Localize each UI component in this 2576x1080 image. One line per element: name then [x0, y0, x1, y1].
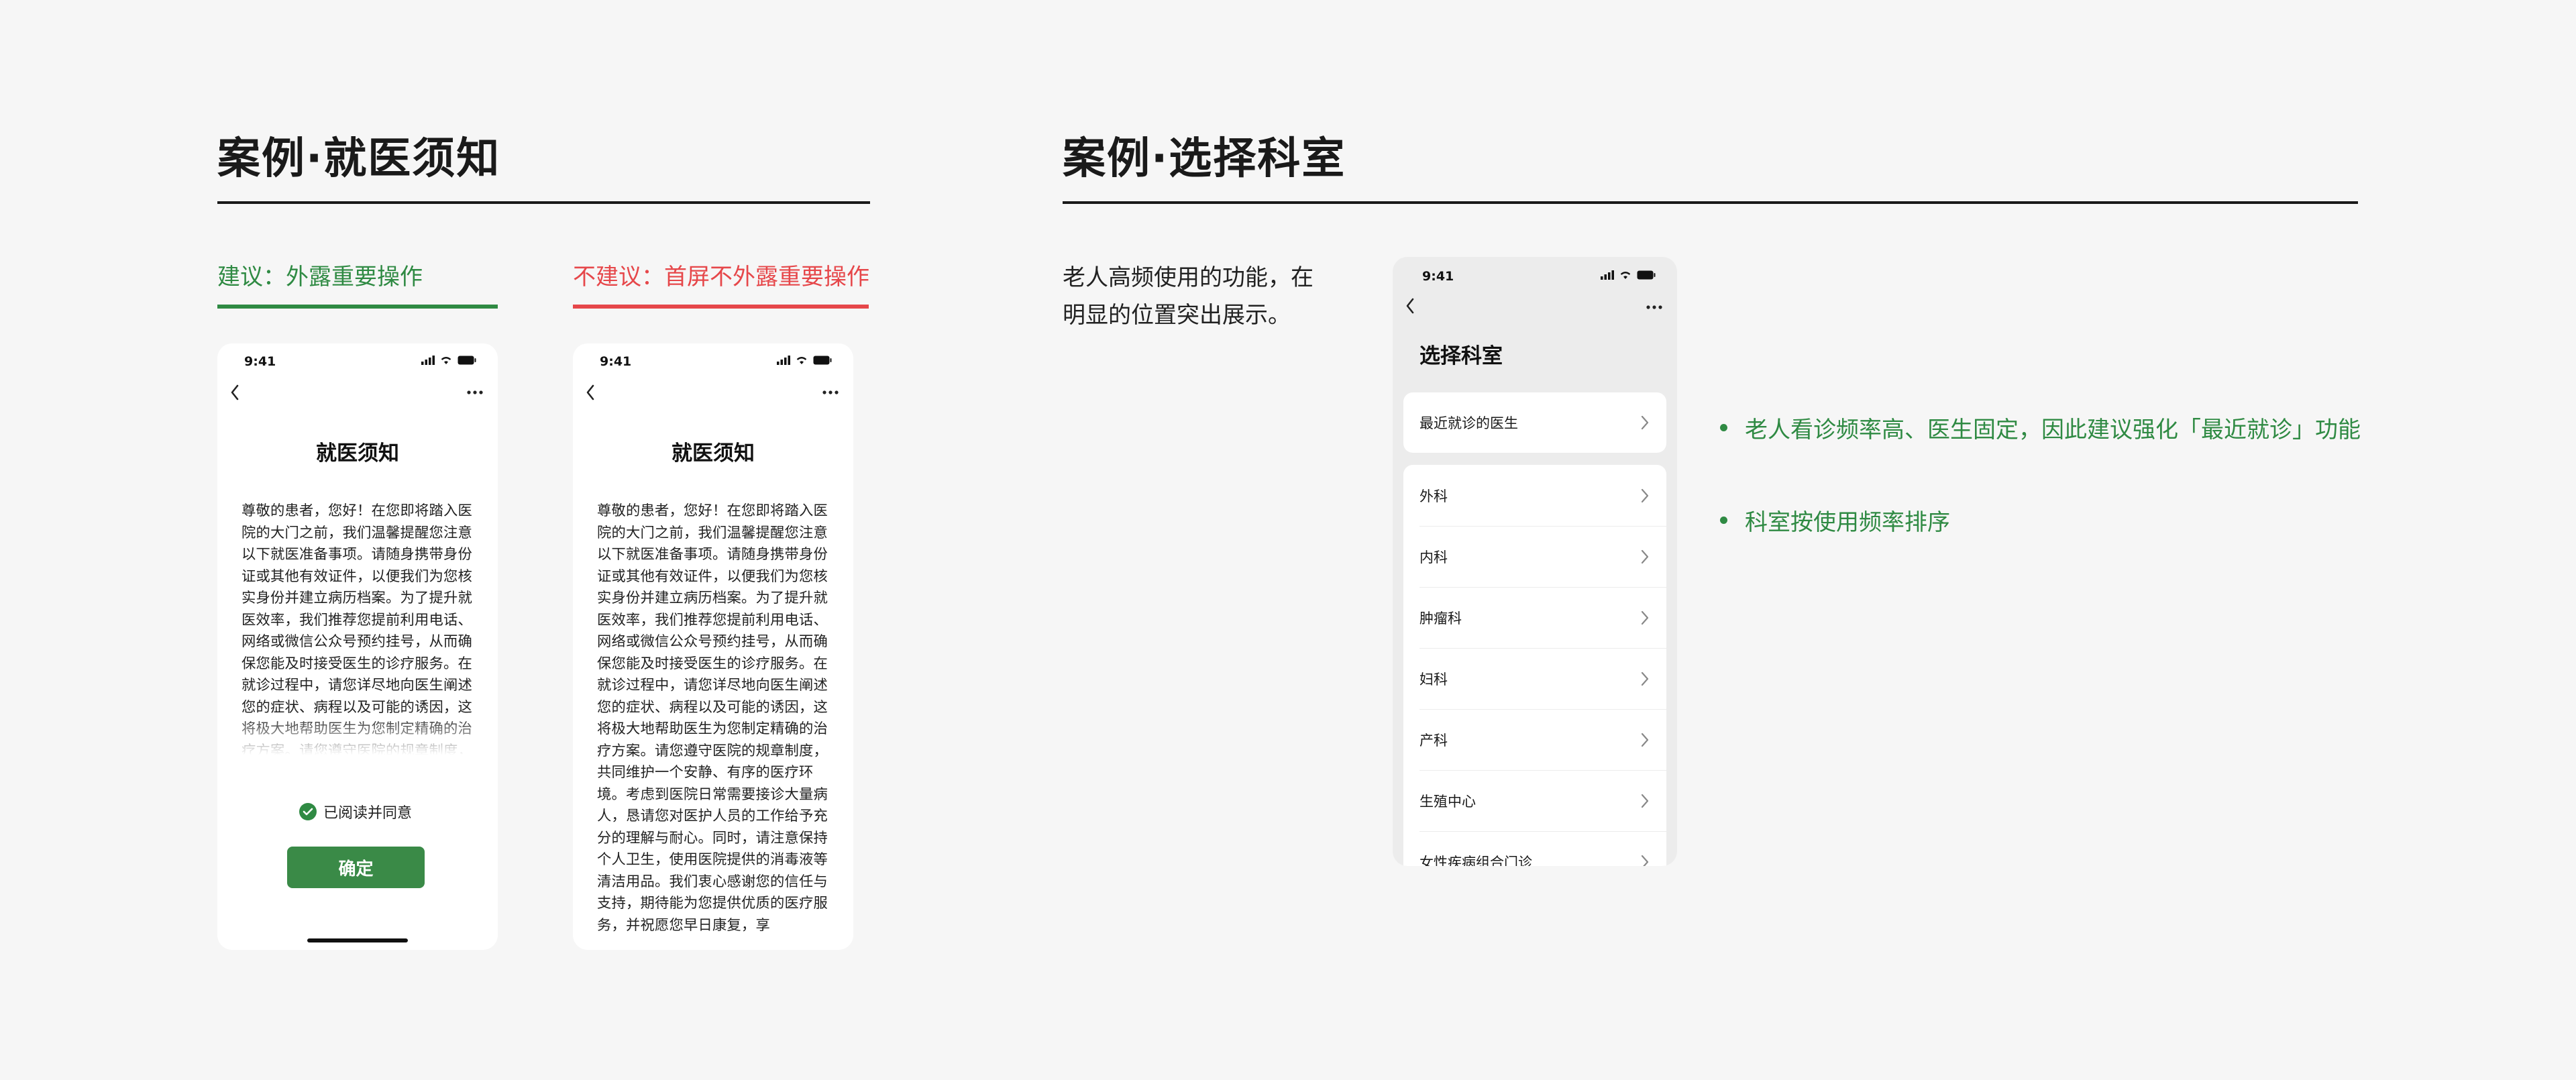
signal-icon	[1601, 270, 1614, 280]
bullet-dot-icon	[1720, 424, 1727, 431]
check-icon	[299, 803, 317, 820]
back-chevron-icon[interactable]	[229, 384, 240, 401]
department-list: 外科 内科 肿瘤科 妇科 产科 生殖中心 女性疾病组合门诊	[1403, 465, 1666, 866]
not-recommended-label: 不建议：首屏不外露重要操作	[573, 264, 869, 290]
chevron-right-icon	[1641, 488, 1649, 502]
chevron-right-icon	[1641, 855, 1649, 866]
department-label: 外科	[1419, 488, 1448, 504]
note-item: 老人看诊频率高、医生固定，因此建议强化「最近就诊」功能	[1720, 411, 2361, 444]
chevron-right-icon	[1641, 733, 1649, 747]
wifi-icon	[1620, 272, 1631, 279]
notice-text: 尊敬的患者，您好！在您即将踏入医院的大门之前，我们温馨提醒您注意以下就医准备事项…	[597, 502, 828, 934]
agree-label: 已阅读并同意	[323, 805, 413, 822]
department-row[interactable]: 产科	[1403, 710, 1666, 770]
recommended-label: 建议：外露重要操作	[217, 264, 423, 290]
signal-icon	[777, 356, 790, 365]
department-row[interactable]: 女性疾病组合门诊	[1403, 832, 1666, 866]
notice-text-container: 尊敬的患者，您好！在您即将踏入医院的大门之前，我们温馨提醒您注意以下就医准备事项…	[241, 500, 474, 762]
more-options-icon[interactable]	[1646, 305, 1662, 309]
confirm-button[interactable]: 确定	[287, 847, 425, 888]
description-line-2: 明显的位置突出展示。	[1063, 302, 1291, 329]
page-heading: 就医须知	[672, 441, 755, 466]
status-icons	[1601, 270, 1656, 280]
recent-doctor-row[interactable]: 最近就诊的医生	[1403, 392, 1666, 453]
status-icons	[421, 356, 476, 365]
back-chevron-icon[interactable]	[1405, 297, 1415, 315]
wifi-icon	[441, 357, 451, 364]
back-chevron-icon[interactable]	[585, 384, 596, 401]
status-time: 9:41	[244, 354, 276, 369]
description-line-1: 老人高频使用的功能，在	[1063, 264, 1313, 291]
more-options-icon[interactable]	[467, 390, 483, 394]
battery-icon	[813, 356, 832, 365]
phone-recommended: 9:41 就医须知 尊敬的患者，您好！在您即将踏入医院的大门之前，我们温馨提醒您…	[217, 343, 498, 950]
department-row[interactable]: 内科	[1403, 527, 1666, 587]
note-text: 老人看诊频率高、医生固定，因此建议强化「最近就诊」功能	[1745, 417, 2361, 443]
recent-doctor-label: 最近就诊的医生	[1419, 415, 1518, 431]
home-indicator	[307, 938, 408, 942]
department-label: 内科	[1419, 549, 1448, 565]
note-text: 科室按使用频率排序	[1745, 509, 1950, 536]
text-fade	[241, 715, 474, 762]
status-time: 9:41	[600, 354, 632, 369]
signal-icon	[421, 356, 435, 365]
battery-icon	[1637, 270, 1656, 280]
status-time: 9:41	[1422, 269, 1454, 284]
department-label: 女性疾病组合门诊	[1419, 855, 1532, 866]
agree-checkbox[interactable]: 已阅读并同意	[299, 801, 412, 822]
department-row[interactable]: 生殖中心	[1403, 771, 1666, 831]
chevron-right-icon	[1641, 415, 1649, 430]
right-section-title: 案例·选择科室	[1063, 134, 1346, 184]
status-icons	[777, 356, 832, 365]
chevron-right-icon	[1641, 794, 1649, 808]
bullet-dot-icon	[1720, 517, 1727, 524]
page-heading: 选择科室	[1419, 344, 1503, 368]
phone-not-recommended: 9:41 就医须知 尊敬的患者，您好！在您即将踏入医院的大门之前，我们温馨提醒您…	[573, 343, 853, 950]
description: 老人高频使用的功能，在 明显的位置突出展示。	[1063, 259, 1318, 334]
department-row[interactable]: 外科	[1403, 465, 1666, 526]
department-label: 肿瘤科	[1419, 610, 1462, 627]
department-row[interactable]: 肿瘤科	[1403, 588, 1666, 648]
left-section-title: 案例·就医须知	[217, 134, 501, 184]
department-label: 妇科	[1419, 671, 1448, 688]
recommended-underline	[217, 305, 498, 309]
chevron-right-icon	[1641, 610, 1649, 625]
page-heading: 就医须知	[316, 441, 399, 466]
note-item: 科室按使用频率排序	[1720, 504, 1950, 537]
battery-icon	[458, 356, 476, 365]
more-options-icon[interactable]	[822, 390, 839, 394]
department-row[interactable]: 妇科	[1403, 649, 1666, 709]
wifi-icon	[796, 357, 807, 364]
chevron-right-icon	[1641, 671, 1649, 686]
chevron-right-icon	[1641, 549, 1649, 564]
left-section-rule	[217, 201, 870, 204]
department-label: 生殖中心	[1419, 794, 1476, 810]
right-section-rule	[1063, 201, 2358, 204]
not-recommended-underline	[573, 305, 869, 309]
notice-text-container: 尊敬的患者，您好！在您即将踏入医院的大门之前，我们温馨提醒您注意以下就医准备事项…	[597, 500, 829, 950]
phone-department: 9:41 选择科室 最近就诊的医生 外科 内科 肿瘤科 妇科 产科 生殖中心 女…	[1393, 257, 1677, 866]
department-label: 产科	[1419, 733, 1448, 749]
